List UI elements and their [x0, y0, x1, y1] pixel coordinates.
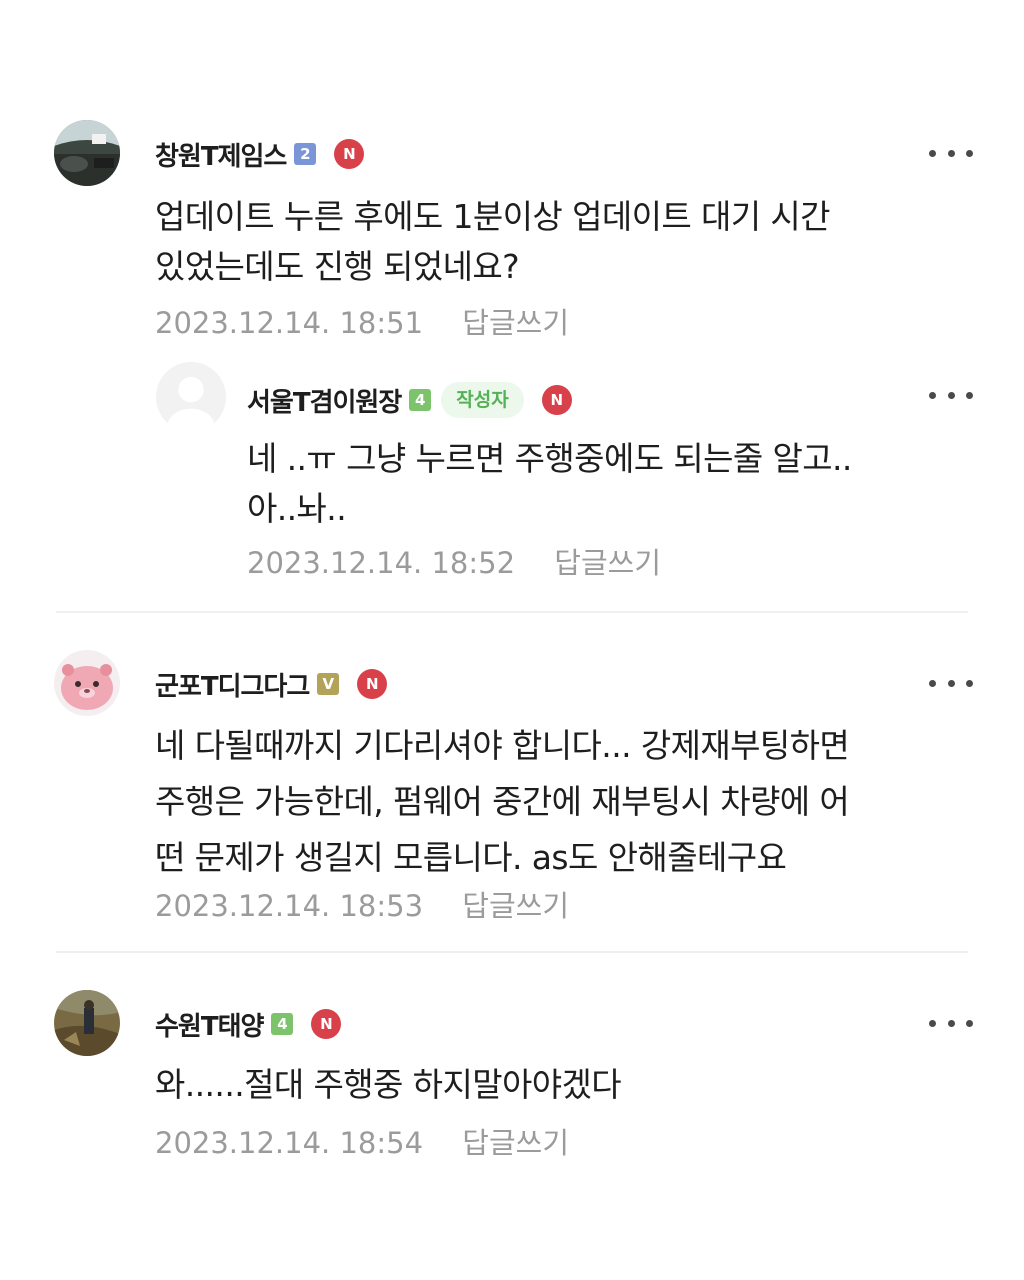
comment-header: 서울T겸이원장 4 작성자 N — [247, 382, 572, 418]
reply-button[interactable]: 답글쓰기 — [462, 306, 569, 340]
comment-header: 군포T디그다그 V N — [155, 666, 388, 703]
comment-date: 2023.12.14. 18:52 — [247, 546, 516, 580]
new-badge: N — [334, 139, 365, 169]
comment-header: 창원T제임스 2 N — [155, 136, 365, 173]
reply-button[interactable]: 답글쓰기 — [462, 889, 569, 923]
comment-date: 2023.12.14. 18:54 — [155, 1126, 424, 1160]
level-badge: 4 — [271, 1013, 294, 1035]
avatar[interactable] — [54, 990, 120, 1056]
reply-button[interactable]: 답글쓰기 — [462, 1126, 569, 1160]
new-badge: N — [541, 385, 572, 415]
comment-text: 업데이트 누른 후에도 1분이상 업데이트 대기 시간 있었는데도 진행 되었네… — [155, 197, 831, 286]
new-badge: N — [357, 669, 388, 699]
level-badge: 4 — [409, 389, 432, 411]
divider — [56, 951, 968, 953]
comment-date: 2023.12.14. 18:51 — [155, 306, 424, 340]
comment: 창원T제임스 2 N 업데이트 누른 후에도 1분이상 업데이트 대기 시간 있… — [54, 120, 973, 342]
comment-date: 2023.12.14. 18:53 — [155, 889, 424, 923]
avatar[interactable] — [54, 650, 120, 716]
divider — [56, 611, 968, 613]
level-badge: 2 — [294, 143, 317, 165]
comment-text: 네 다될때까지 기다리셔야 합니다... 강제재부팅하면 주행은 가능한데, 펌… — [155, 726, 850, 877]
reply-comment: 서울T겸이원장 4 작성자 N 네 ..ㅠ 그냥 누르면 주행중에도 되는줄 알… — [156, 362, 973, 587]
level-badge: V — [317, 673, 340, 695]
pink-beaver-character-icon — [54, 650, 120, 716]
author-badge: 작성자 — [441, 382, 524, 418]
comment: 수원T태양 4 N 와......절대 주행중 하지말아야겠다 2023.12.… — [54, 990, 973, 1170]
comment-meta: 2023.12.14. 18:54 답글쓰기 — [155, 1120, 569, 1162]
comment-text: 네 ..ㅠ 그냥 누르면 주행중에도 되는줄 알고.. 아..놔.. — [247, 439, 852, 528]
comment: 군포T디그다그 V N 네 다될때까지 기다리셔야 합니다... 강제재부팅하면… — [54, 650, 973, 930]
nickname[interactable]: 창원T제임스 — [155, 136, 287, 173]
comment-meta: 2023.12.14. 18:52 답글쓰기 — [247, 540, 661, 582]
reply-button[interactable]: 답글쓰기 — [554, 546, 661, 580]
more-options-icon[interactable] — [929, 138, 973, 168]
comment-meta: 2023.12.14. 18:53 답글쓰기 — [155, 883, 569, 925]
avatar[interactable] — [156, 362, 226, 432]
more-options-icon[interactable] — [929, 380, 973, 410]
new-badge: N — [311, 1009, 342, 1039]
nickname[interactable]: 서울T겸이원장 — [247, 382, 402, 419]
comment-text: 와......절대 주행중 하지말아야겠다 — [155, 1065, 622, 1104]
nickname[interactable]: 수원T태양 — [155, 1006, 264, 1043]
more-options-icon[interactable] — [929, 1008, 973, 1038]
comment-meta: 2023.12.14. 18:51 답글쓰기 — [155, 300, 569, 342]
car-interior-photo-icon — [54, 120, 120, 186]
comment-header: 수원T태양 4 N — [155, 1006, 342, 1043]
avatar[interactable] — [54, 120, 120, 186]
nickname[interactable]: 군포T디그다그 — [155, 666, 310, 703]
outdoor-photo-icon — [54, 990, 120, 1056]
default-profile-icon — [156, 362, 226, 432]
more-options-icon[interactable] — [929, 668, 973, 698]
